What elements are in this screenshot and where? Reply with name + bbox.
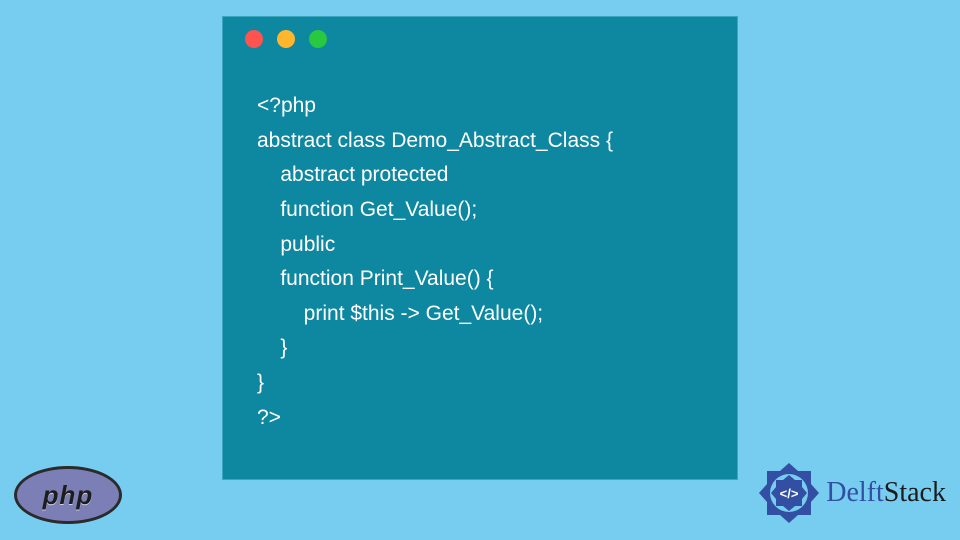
php-logo: php [14,466,122,524]
maximize-icon [309,30,327,48]
delftstack-text: DelftStack [826,477,946,509]
php-logo-text: php [43,480,94,511]
minimize-icon [277,30,295,48]
close-icon [245,30,263,48]
code-body: <?php abstract class Demo_Abstract_Class… [223,61,737,453]
delftstack-gear-icon: </> [758,462,820,524]
brand-second: Stack [884,477,946,508]
delftstack-brand: </> DelftStack [758,462,946,524]
code-glyph-icon: </> [780,486,799,501]
code-window: <?php abstract class Demo_Abstract_Class… [222,16,738,480]
window-titlebar [223,17,737,61]
brand-first: Delft [826,477,884,508]
